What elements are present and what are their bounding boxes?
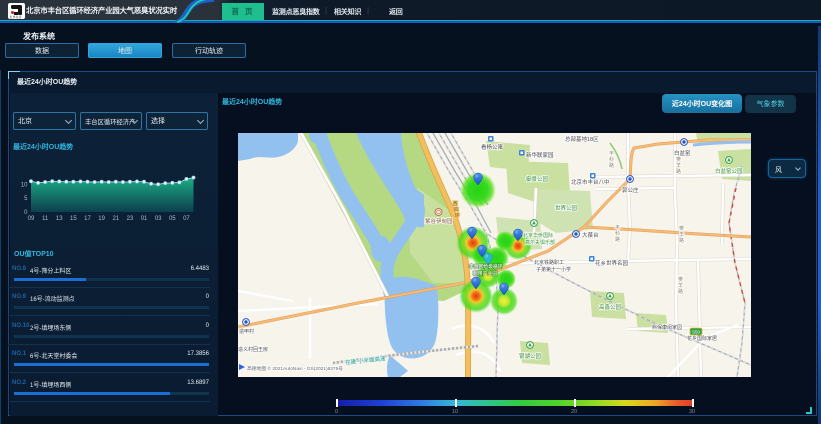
svg-text:13: 13 <box>56 216 63 222</box>
svg-text:羊: 羊 <box>676 162 681 169</box>
svg-text:北京市丰台八中: 北京市丰台八中 <box>571 178 610 186</box>
svg-text:19: 19 <box>98 216 105 222</box>
svg-text:丰台区垃圾循环: 丰台区垃圾循环 <box>469 263 503 270</box>
svg-text:白盆窑: 白盆窑 <box>674 149 691 157</box>
svg-text:路: 路 <box>609 162 614 169</box>
svg-text:总部基地18区: 总部基地18区 <box>565 135 599 143</box>
svg-text:高德地图 © 2021AutoNavi - GS(2021): 高德地图 © 2021AutoNavi - GS(2021)6375号 <box>247 365 343 372</box>
svg-text:01: 01 <box>141 216 148 222</box>
svg-text:北京铁路职工: 北京铁路职工 <box>534 259 564 266</box>
svg-text:高鑫公园: 高鑫公园 <box>599 303 622 311</box>
svg-text:熙保康闵家园: 熙保康闵家园 <box>652 324 682 331</box>
svg-text:21: 21 <box>112 216 119 222</box>
svg-text:造甲村: 造甲村 <box>239 328 254 335</box>
svg-text:御景公园: 御景公园 <box>526 175 549 183</box>
svg-text:羊: 羊 <box>679 231 684 238</box>
svg-text:路: 路 <box>678 288 683 295</box>
svg-text:路: 路 <box>679 237 684 244</box>
svg-text:路: 路 <box>615 236 620 243</box>
svg-text:造义村回王房: 造义村回王房 <box>238 346 268 353</box>
svg-text:高尔夫俱乐部: 高尔夫俱乐部 <box>525 239 555 246</box>
svg-text:花乡世界名园: 花乡世界名园 <box>595 259 629 267</box>
svg-text:科: 科 <box>609 156 614 163</box>
svg-text:白盆窑公园: 白盆窑公园 <box>715 167 743 175</box>
svg-text:利用产业园: 利用产业园 <box>473 270 497 277</box>
svg-text:07: 07 <box>183 216 190 222</box>
svg-text:丰: 丰 <box>615 224 620 231</box>
svg-text:看杨公寓: 看杨公寓 <box>481 143 504 151</box>
svg-text:郭公庄: 郭公庄 <box>622 186 639 194</box>
svg-text:15: 15 <box>70 216 77 222</box>
svg-text:羊: 羊 <box>678 282 683 289</box>
svg-text:北京华侨国际: 北京华侨国际 <box>523 232 553 239</box>
svg-text:丰: 丰 <box>609 150 614 157</box>
svg-text:05: 05 <box>169 216 176 222</box>
svg-text:S50: S50 <box>692 330 701 335</box>
svg-text:四: 四 <box>454 207 459 212</box>
svg-text:花乡国际家居: 花乡国际家居 <box>687 335 717 342</box>
svg-text:10: 10 <box>21 183 28 189</box>
svg-text:世界公园: 世界公园 <box>555 204 578 212</box>
svg-text:子弟第十一小学: 子弟第十一小学 <box>536 266 571 273</box>
svg-text:樊: 樊 <box>678 276 683 283</box>
svg-text:樊: 樊 <box>679 225 684 232</box>
svg-text:03: 03 <box>155 216 162 222</box>
svg-text:11: 11 <box>42 216 49 222</box>
svg-text:23: 23 <box>127 216 134 222</box>
svg-text:樊: 樊 <box>676 156 681 163</box>
svg-text:路: 路 <box>676 168 681 175</box>
svg-text:科: 科 <box>615 230 620 237</box>
svg-text:紫谷伊甸园: 紫谷伊甸园 <box>425 217 453 225</box>
svg-text:银湖公园: 银湖公园 <box>519 352 542 360</box>
svg-text:17: 17 <box>84 216 91 222</box>
svg-text:09: 09 <box>28 216 35 222</box>
svg-text:大葆台: 大葆台 <box>582 231 599 239</box>
svg-text:5: 5 <box>24 196 28 202</box>
svg-text:新华联家园: 新华联家园 <box>526 151 554 159</box>
